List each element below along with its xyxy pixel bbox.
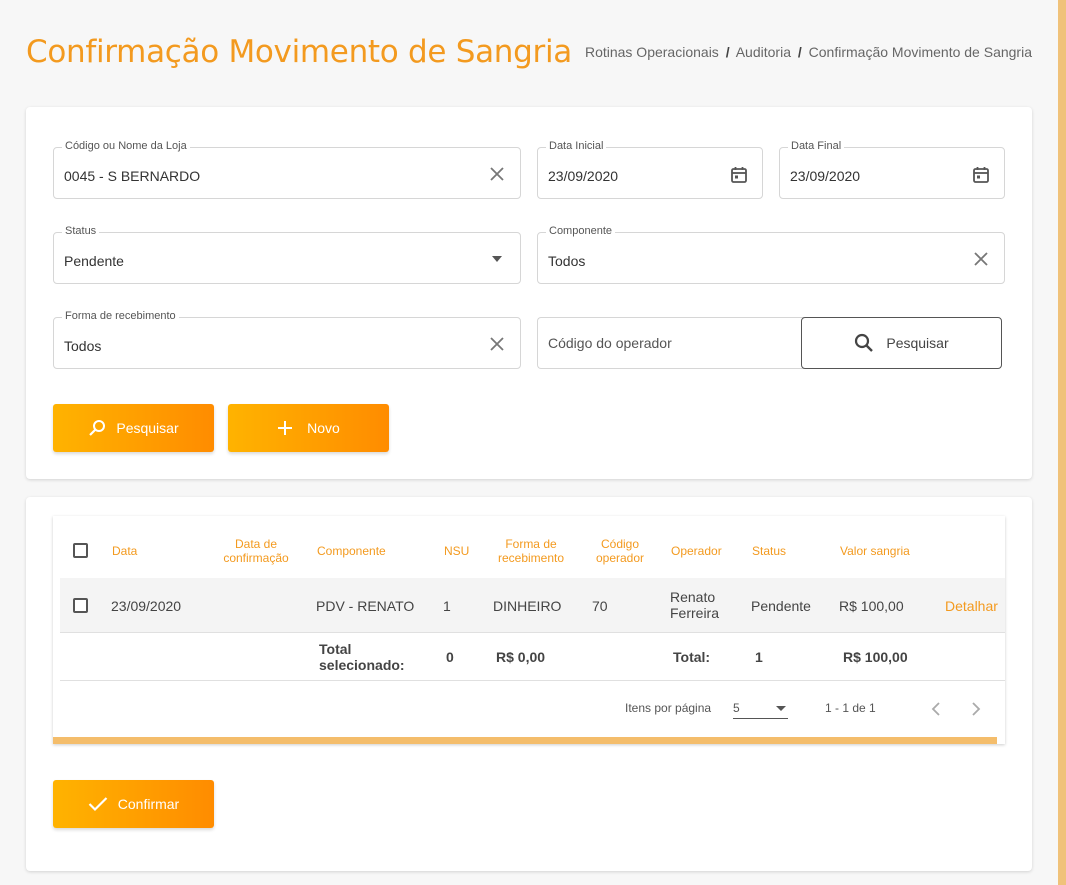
page-title: Confirmação Movimento de Sangria (26, 34, 572, 70)
new-button-label: Novo (307, 420, 340, 436)
results-table: Data Data de confirmação Componente NSU … (53, 516, 1005, 744)
clear-icon[interactable] (972, 250, 990, 268)
items-per-page-label: Itens por página (625, 701, 712, 715)
detail-link[interactable]: Detalhar (945, 598, 998, 614)
operator-code-placeholder: Código do operador (548, 335, 672, 351)
component-field[interactable]: Componente Todos (537, 225, 1005, 284)
payment-method-field[interactable]: Forma de recebimento Todos (53, 310, 521, 369)
breadcrumb-item-current: Confirmação Movimento de Sangria (808, 44, 1032, 60)
end-date-label: Data Final (788, 140, 845, 152)
end-date-value: 23/09/2020 (790, 168, 861, 184)
clear-icon[interactable] (488, 165, 506, 183)
total-label: Total: (673, 649, 711, 665)
search-icon (855, 333, 874, 352)
page-range: 1 - 1 de 1 (825, 701, 876, 715)
breadcrumb-separator: / (797, 44, 802, 60)
component-label: Componente (546, 225, 615, 237)
scrollbar[interactable] (1058, 0, 1066, 885)
confirm-button-label: Confirmar (117, 796, 180, 812)
horizontal-scrollbar[interactable] (53, 737, 997, 744)
new-button[interactable]: Novo (228, 404, 389, 452)
row-checkbox[interactable] (73, 598, 88, 613)
select-all-checkbox[interactable] (73, 543, 88, 558)
cell-operador: Renato Ferreira (670, 589, 720, 621)
items-per-page-select[interactable]: 5 (733, 697, 788, 719)
start-date-label: Data Inicial (546, 140, 607, 152)
total-count: 1 (755, 649, 763, 665)
column-header-forma-recebimento[interactable]: Forma de recebimento (489, 537, 573, 565)
total-value: R$ 100,00 (843, 649, 908, 665)
status-select[interactable]: Status Pendente (53, 225, 521, 284)
search-button-label: Pesquisar (116, 420, 179, 436)
store-field[interactable]: Código ou Nome da Loja 0045 - S BERNARDO (53, 140, 521, 199)
items-per-page-value: 5 (733, 701, 740, 715)
column-header-nsu[interactable]: NSU (444, 544, 469, 558)
check-icon (88, 797, 108, 812)
component-value: Todos (548, 253, 586, 269)
calendar-icon[interactable] (972, 165, 990, 183)
breadcrumb: Rotinas Operacionais / Auditoria / Confi… (585, 44, 1032, 60)
total-selected-count: 0 (446, 649, 454, 665)
column-header-operador[interactable]: Operador (671, 544, 722, 558)
start-date-field[interactable]: Data Inicial 23/09/2020 (537, 140, 763, 199)
cell-nsu: 1 (443, 598, 451, 614)
total-selected-label: Total selecionado: (319, 641, 405, 673)
total-selected-value: R$ 0,00 (496, 649, 546, 665)
end-date-field[interactable]: Data Final 23/09/2020 (779, 140, 1005, 199)
column-header-data[interactable]: Data (112, 544, 137, 558)
operator-code-input[interactable]: Código do operador (537, 317, 805, 369)
start-date-value: 23/09/2020 (548, 168, 619, 184)
operator-search-label: Pesquisar (886, 335, 949, 351)
store-field-label: Código ou Nome da Loja (62, 140, 190, 152)
column-header-componente[interactable]: Componente (317, 544, 386, 558)
chevron-left-icon[interactable] (931, 702, 941, 716)
store-field-value: 0045 - S BERNARDO (64, 168, 201, 184)
dropdown-arrow-icon[interactable] (488, 250, 506, 268)
filters-card: Código ou Nome da Loja 0045 - S BERNARDO… (26, 107, 1032, 479)
payment-method-label: Forma de recebimento (62, 310, 179, 322)
status-label: Status (62, 225, 100, 237)
search-icon (89, 420, 106, 436)
operator-search-button[interactable]: Pesquisar (801, 317, 1002, 369)
column-header-valor-sangria[interactable]: Valor sangria (840, 544, 910, 558)
cell-componente: PDV - RENATO (316, 598, 415, 614)
cell-forma-recebimento: DINHEIRO (493, 598, 562, 614)
breadcrumb-item-auditoria[interactable]: Auditoria (736, 44, 791, 60)
breadcrumb-separator: / (725, 44, 730, 60)
chevron-right-icon[interactable] (971, 702, 981, 716)
confirm-button[interactable]: Confirmar (53, 780, 214, 828)
status-value: Pendente (64, 253, 124, 269)
column-header-status[interactable]: Status (752, 544, 786, 558)
cell-valor-sangria: R$ 100,00 (839, 598, 904, 614)
breadcrumb-item-rotinas[interactable]: Rotinas Operacionais (585, 44, 719, 60)
dropdown-arrow-icon (776, 706, 786, 711)
totals-divider (60, 680, 1005, 681)
calendar-icon[interactable] (730, 165, 748, 183)
search-button[interactable]: Pesquisar (53, 404, 214, 452)
results-card: Data Data de confirmação Componente NSU … (26, 497, 1032, 871)
plus-icon (278, 421, 293, 435)
payment-method-value: Todos (64, 338, 102, 354)
row-divider (60, 632, 1005, 633)
cell-status: Pendente (751, 598, 811, 614)
clear-icon[interactable] (488, 335, 506, 353)
column-header-data-confirmacao[interactable]: Data de confirmação (211, 537, 301, 565)
cell-data: 23/09/2020 (111, 598, 182, 614)
cell-codigo-operador: 70 (592, 598, 608, 614)
column-header-codigo-operador[interactable]: Código operador (587, 537, 653, 565)
